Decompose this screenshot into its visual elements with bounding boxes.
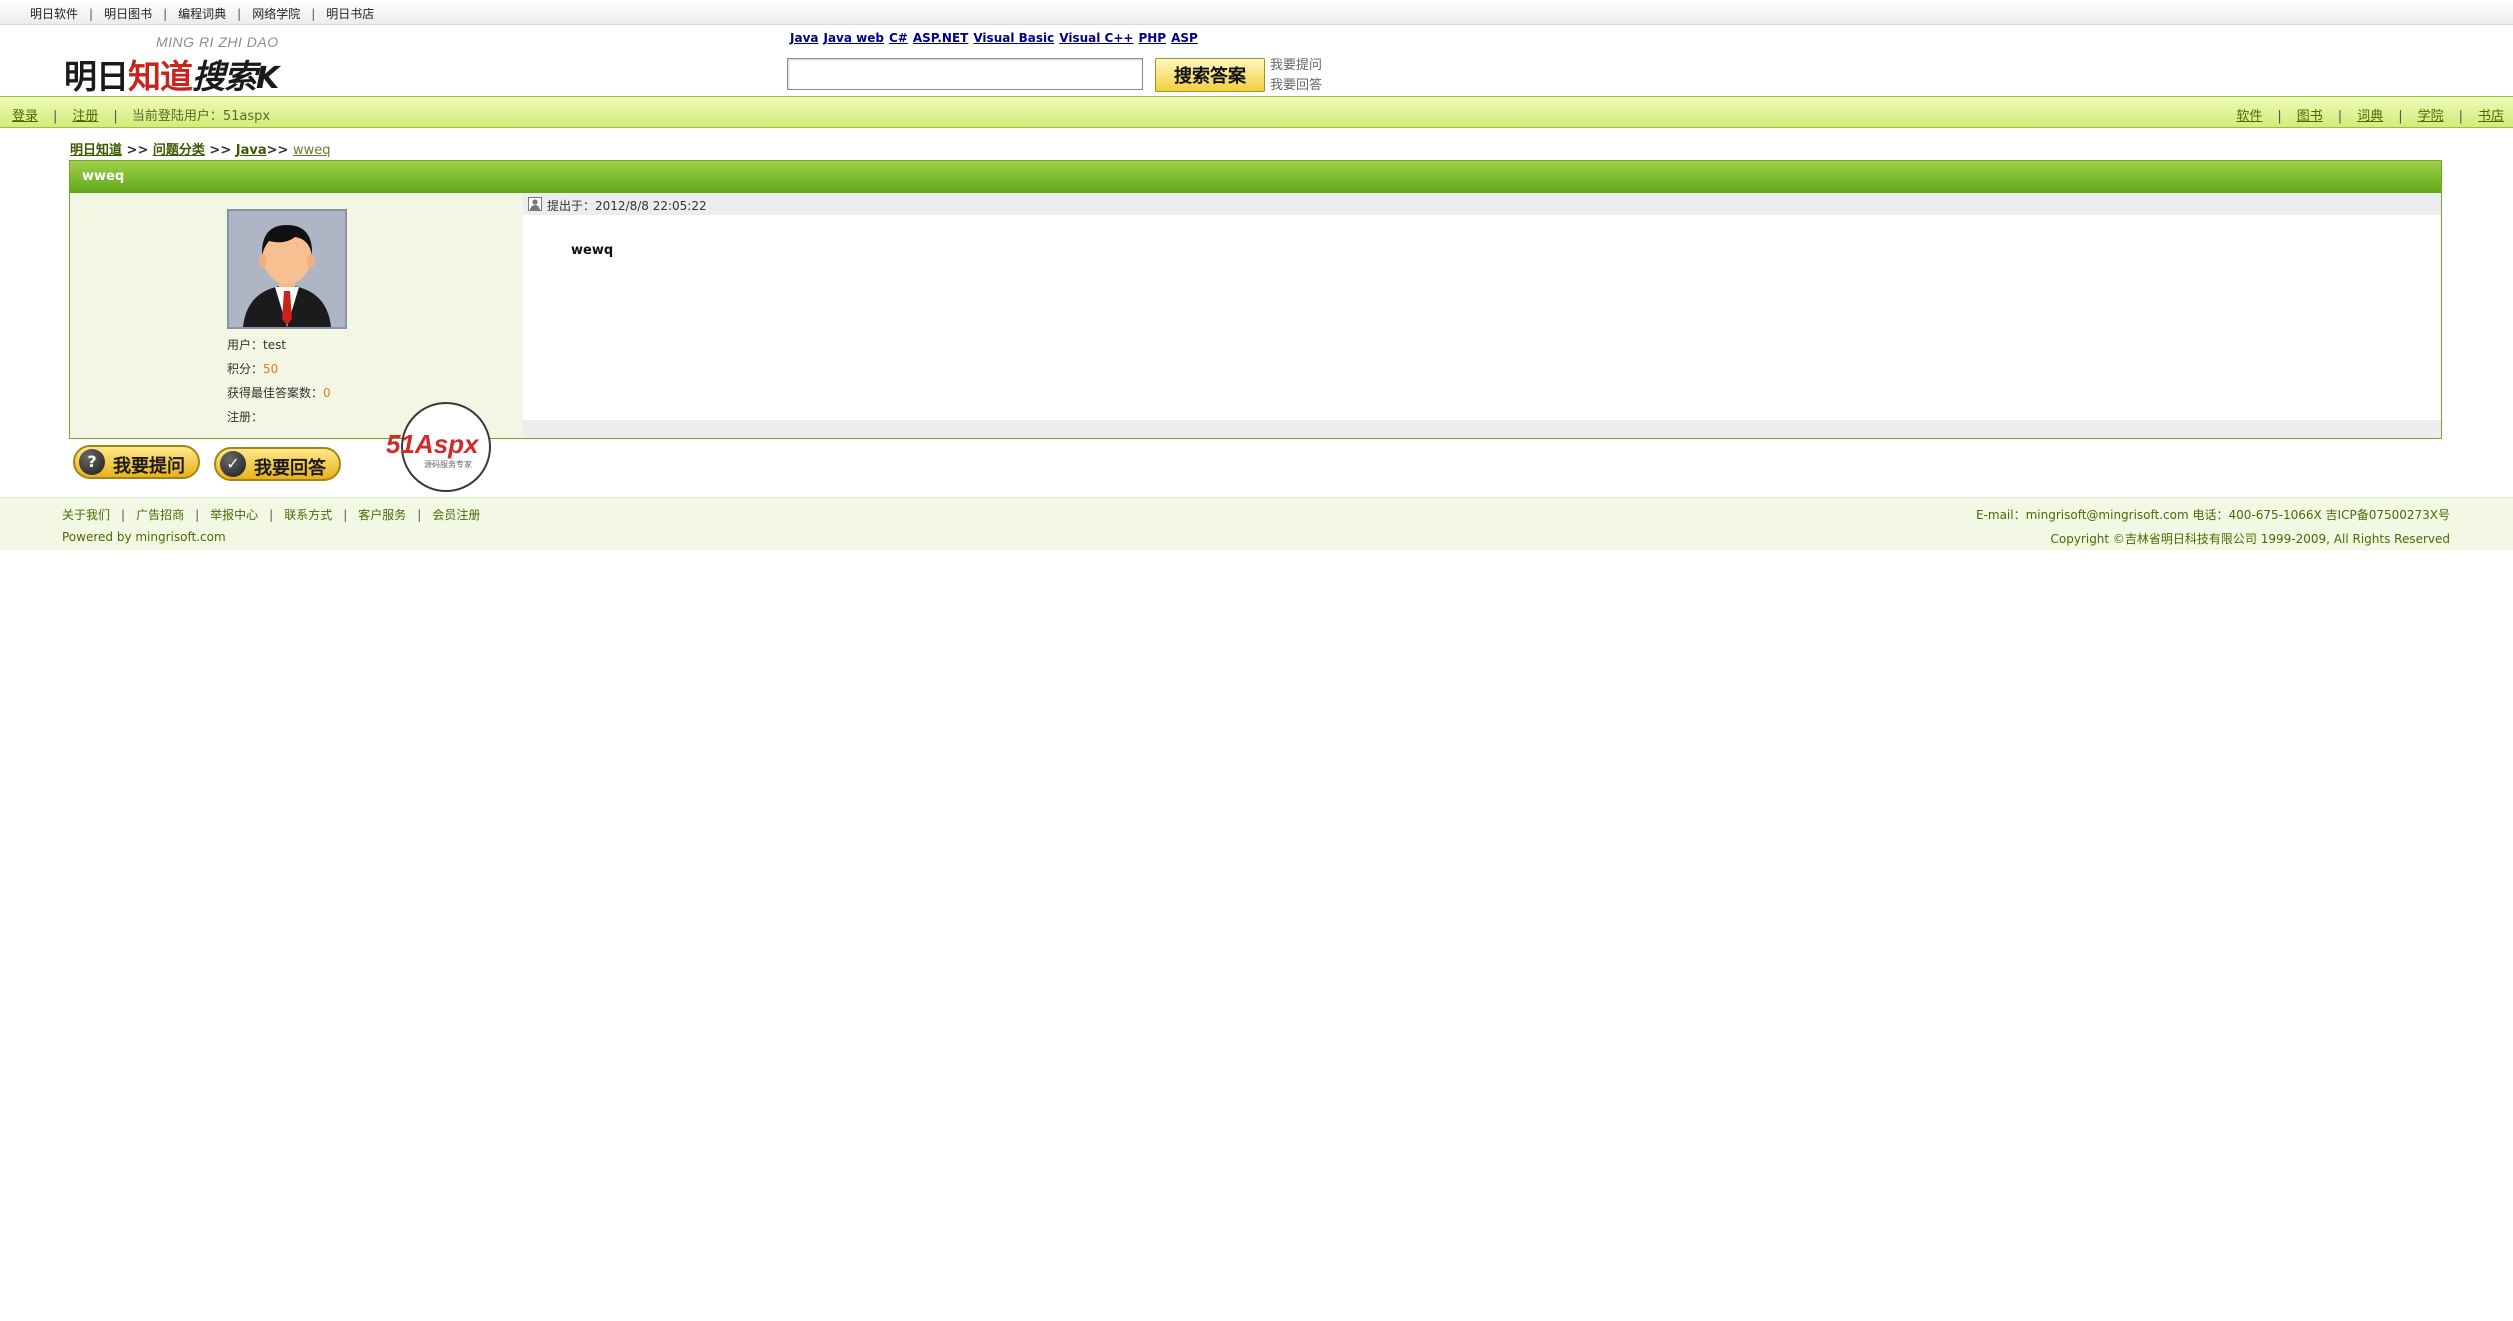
- footer-copyright: Copyright ©吉林省明日科技有限公司 1999-2009, All Ri…: [2050, 532, 2450, 546]
- nav-right: 软件 | 图书 | 词典 | 学院 | 书店: [2236, 109, 2504, 124]
- search-side-links: 我要提问 我要回答: [1270, 56, 1322, 96]
- footer-link-report[interactable]: 举报中心: [210, 508, 258, 522]
- top-link-books[interactable]: 明日图书: [104, 7, 152, 21]
- asked-at: 提出于：2012/8/8 22:05:22: [547, 199, 707, 213]
- top-link-software[interactable]: 明日软件: [30, 7, 78, 21]
- user-points-row: 积分：50: [227, 362, 279, 376]
- current-user-label: 当前登陆用户：51aspx: [131, 109, 271, 124]
- ask-question-link[interactable]: 我要提问: [1270, 56, 1322, 76]
- breadcrumb-category[interactable]: 问题分类: [153, 143, 205, 158]
- question-panel: wweq 用户：test 积分：50 获得最佳答案数：0 注册： 提出于：201…: [69, 160, 2442, 439]
- nav-link-dictionary[interactable]: 词典: [2357, 109, 2383, 124]
- badge-sub: 源码服务专家: [424, 459, 472, 469]
- user-best-count: 0: [323, 386, 331, 400]
- nav-link-bookstore[interactable]: 书店: [2478, 109, 2504, 124]
- top-utility-bar: 明日软件 | 明日图书 | 编程词典 | 网络学院 | 明日书店: [0, 0, 2513, 25]
- search-answers-button[interactable]: 搜索答案: [1155, 58, 1265, 92]
- question-meta: 提出于：2012/8/8 22:05:22: [523, 193, 2441, 215]
- user-name-row: 用户：test: [227, 338, 287, 352]
- breadcrumb: 明日知道 >> 问题分类 >> Java>> wweq: [70, 143, 331, 158]
- search-input[interactable]: [787, 58, 1143, 90]
- top-link-academy[interactable]: 网络学院: [252, 7, 300, 21]
- quicklink-java-web[interactable]: Java web: [823, 31, 883, 45]
- ask-question-button[interactable]: ? 我要提问: [73, 445, 200, 479]
- question-bottom-strip: [523, 420, 2441, 438]
- user-best-row: 获得最佳答案数：0: [227, 386, 331, 400]
- nav-left: 登录 | 注册 | 当前登陆用户：51aspx: [12, 109, 271, 124]
- footer-link-service[interactable]: 客户服务: [358, 508, 406, 522]
- top-link-dictionary[interactable]: 编程词典: [178, 7, 226, 21]
- user-reg-row: 注册：: [227, 410, 264, 424]
- login-link[interactable]: 登录: [12, 109, 38, 124]
- answer-question-button[interactable]: ✓ 我要回答: [214, 447, 341, 481]
- quicklink-visual-cpp[interactable]: Visual C++: [1059, 31, 1133, 45]
- quicklink-visual-basic[interactable]: Visual Basic: [973, 31, 1054, 45]
- question-content: wewq: [571, 243, 614, 258]
- 51aspx-badge: 51Aspx 源码服务专家: [386, 402, 491, 492]
- footer-link-about[interactable]: 关于我们: [62, 508, 110, 522]
- footer-links: 关于我们 | 广告招商 | 举报中心 | 联系方式 | 客户服务 | 会员注册: [62, 508, 481, 522]
- quicklink-java[interactable]: Java: [790, 31, 818, 45]
- register-link[interactable]: 注册: [72, 109, 98, 124]
- answer-question-link[interactable]: 我要回答: [1270, 76, 1322, 96]
- question-mark-icon: ?: [79, 449, 105, 475]
- site-logo[interactable]: MING RI ZHI DAO 明日知道搜索K: [62, 30, 282, 96]
- breadcrumb-java[interactable]: Java: [236, 143, 267, 158]
- quicklink-php[interactable]: PHP: [1138, 31, 1166, 45]
- user-points: 50: [263, 362, 279, 376]
- nav-link-books[interactable]: 图书: [2297, 109, 2323, 124]
- check-icon: ✓: [220, 451, 246, 477]
- badge-brand: 51Aspx: [386, 429, 480, 459]
- footer-link-ads[interactable]: 广告招商: [136, 508, 184, 522]
- user-small-icon: [528, 197, 542, 211]
- top-link-bookstore[interactable]: 明日书店: [326, 7, 374, 21]
- avatar: [227, 209, 347, 329]
- user-avatar-icon: [229, 211, 345, 327]
- nav-link-software[interactable]: 软件: [2236, 109, 2262, 124]
- quicklink-aspnet[interactable]: ASP.NET: [913, 31, 969, 45]
- nav-link-academy[interactable]: 学院: [2418, 109, 2444, 124]
- quicklink-csharp[interactable]: C#: [889, 31, 908, 45]
- logo-wordmark: 明日知道搜索K: [64, 57, 279, 96]
- powered-by: Powered by mingrisoft.com: [62, 530, 226, 544]
- breadcrumb-home[interactable]: 明日知道: [70, 143, 122, 158]
- question-body: 提出于：2012/8/8 22:05:22 wewq: [523, 193, 2441, 438]
- quicklink-asp[interactable]: ASP: [1171, 31, 1198, 45]
- question-header: wweq: [70, 161, 2441, 193]
- footer: 关于我们 | 广告招商 | 举报中心 | 联系方式 | 客户服务 | 会员注册 Powered by…: [0, 497, 2513, 550]
- nav-bar: 登录 | 注册 | 当前登陆用户：51aspx 软件 | 图书 | 词典 | 学院 | 书店: [0, 96, 2513, 128]
- logo-tagline: MING RI ZHI DAO: [156, 34, 279, 50]
- user-stats: 用户：test 积分：50 获得最佳答案数：0 注册：: [227, 333, 331, 429]
- top-links: 明日软件 | 明日图书 | 编程词典 | 网络学院 | 明日书店: [30, 7, 375, 21]
- user-name: test: [263, 338, 287, 352]
- footer-link-register[interactable]: 会员注册: [432, 508, 480, 522]
- question-title: wweq: [82, 169, 125, 184]
- search-quicklinks: Java Java web C# ASP.NET Visual Basic Visual …: [790, 31, 1203, 45]
- breadcrumb-current[interactable]: wweq: [293, 143, 331, 158]
- footer-contact: E-mail：mingrisoft@mingrisoft.com 电话：400-…: [1975, 508, 2450, 522]
- footer-link-contact[interactable]: 联系方式: [284, 508, 332, 522]
